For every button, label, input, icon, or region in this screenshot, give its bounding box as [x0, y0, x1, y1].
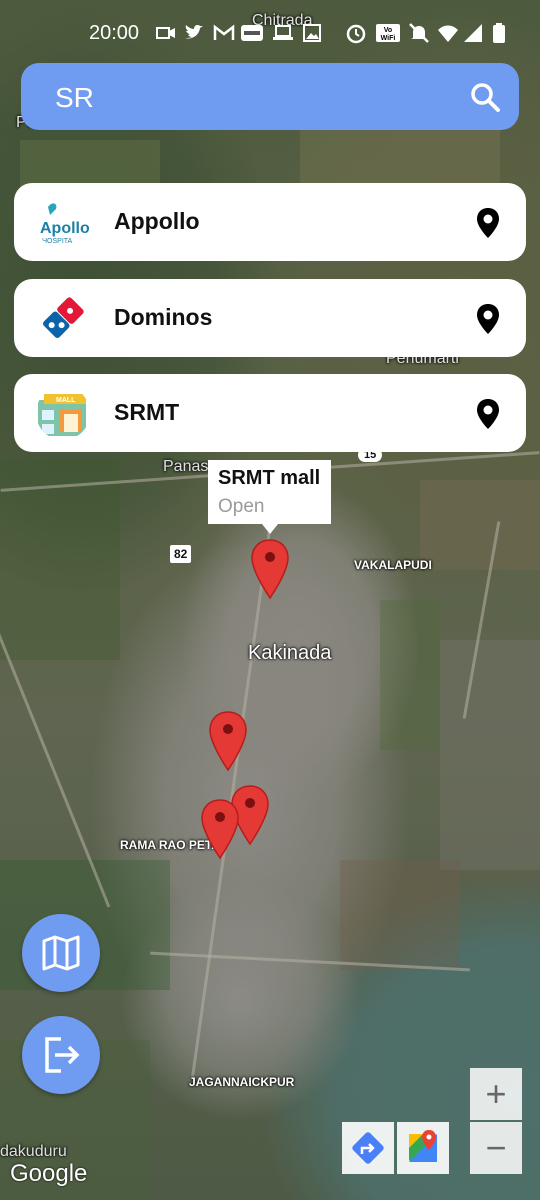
- location-pin-icon[interactable]: [476, 207, 500, 239]
- place-card-dominos[interactable]: Dominos: [14, 279, 526, 357]
- alarm-icon: [346, 24, 366, 44]
- svg-text:HOSPITA: HOSPITA: [42, 238, 73, 245]
- google-logo: Google: [10, 1160, 88, 1187]
- svg-text:Apollo: Apollo: [40, 220, 90, 237]
- svg-text:MALL: MALL: [56, 397, 76, 404]
- map-label-vakalapudi: VAKALAPUDI: [354, 558, 432, 572]
- search-input[interactable]: SR: [55, 82, 94, 114]
- wifi-icon: [438, 25, 458, 42]
- map-label-panas: Panas: [163, 458, 209, 475]
- zoom-in-button[interactable]: +: [470, 1068, 522, 1120]
- ultima-icon: [241, 25, 263, 41]
- map-type-button[interactable]: [22, 914, 100, 992]
- map-icon: [42, 935, 80, 971]
- directions-button[interactable]: [342, 1122, 394, 1174]
- map-field: [300, 130, 500, 190]
- place-name: SRMT: [114, 399, 180, 425]
- svg-text:Vo: Vo: [384, 27, 392, 34]
- info-window-title: SRMT mall: [218, 467, 321, 489]
- map-field: [340, 860, 460, 970]
- map-marker[interactable]: [208, 710, 248, 772]
- gmail-icon: [213, 24, 235, 40]
- status-bar: 20:00 Vo WiFi: [0, 0, 540, 64]
- info-window-status: Open: [218, 496, 265, 517]
- location-pin-icon[interactable]: [476, 303, 500, 335]
- map-marker[interactable]: [200, 798, 240, 860]
- highway-shield-82: 82: [170, 545, 192, 563]
- mute-icon: [409, 23, 429, 43]
- laptop-icon: [273, 25, 293, 40]
- place-name: Appollo: [114, 208, 200, 234]
- video-icon: [156, 27, 175, 39]
- dominos-logo: [36, 291, 90, 345]
- place-card-appollo[interactable]: Apollo HOSPITA Appollo: [14, 183, 526, 261]
- mall-logo: MALL: [36, 386, 90, 440]
- image-icon: [303, 24, 321, 42]
- map-field: [440, 640, 540, 870]
- map-field: [380, 600, 440, 750]
- map-label-dakuduru: dakuduru: [0, 1143, 67, 1160]
- zoom-out-button[interactable]: −: [470, 1122, 522, 1174]
- map-field: [420, 480, 540, 570]
- directions-icon: [352, 1132, 384, 1164]
- open-google-maps-button[interactable]: [397, 1122, 449, 1174]
- map-label-jagannaickpur: JAGANNAICKPUR: [189, 1075, 295, 1089]
- logout-icon: [45, 1037, 80, 1073]
- battery-icon: [493, 23, 505, 43]
- signal-icon: [464, 24, 482, 42]
- map-label-kakinada: Kakinada: [248, 642, 332, 664]
- place-card-srmt[interactable]: MALL SRMT: [14, 374, 526, 452]
- apollo-logo: Apollo HOSPITA: [36, 195, 90, 249]
- logout-button[interactable]: [22, 1016, 100, 1094]
- place-name: Dominos: [114, 304, 213, 330]
- search-bar[interactable]: SR: [21, 63, 519, 130]
- status-time: 20:00: [89, 22, 140, 44]
- location-pin-icon[interactable]: [476, 398, 500, 430]
- map-marker-srmt[interactable]: [250, 538, 290, 600]
- marker-info-window[interactable]: SRMT mall Open: [208, 460, 331, 534]
- map-view[interactable]: Chitrada Pe Penumarti Panas VAKALAPUDI K…: [0, 0, 540, 1200]
- twitter-icon: [185, 25, 203, 39]
- search-icon[interactable]: [469, 81, 501, 113]
- google-maps-icon: [409, 1130, 437, 1162]
- svg-text:WiFi: WiFi: [381, 35, 396, 42]
- vowifi-icon: VoWiFi: [376, 24, 400, 42]
